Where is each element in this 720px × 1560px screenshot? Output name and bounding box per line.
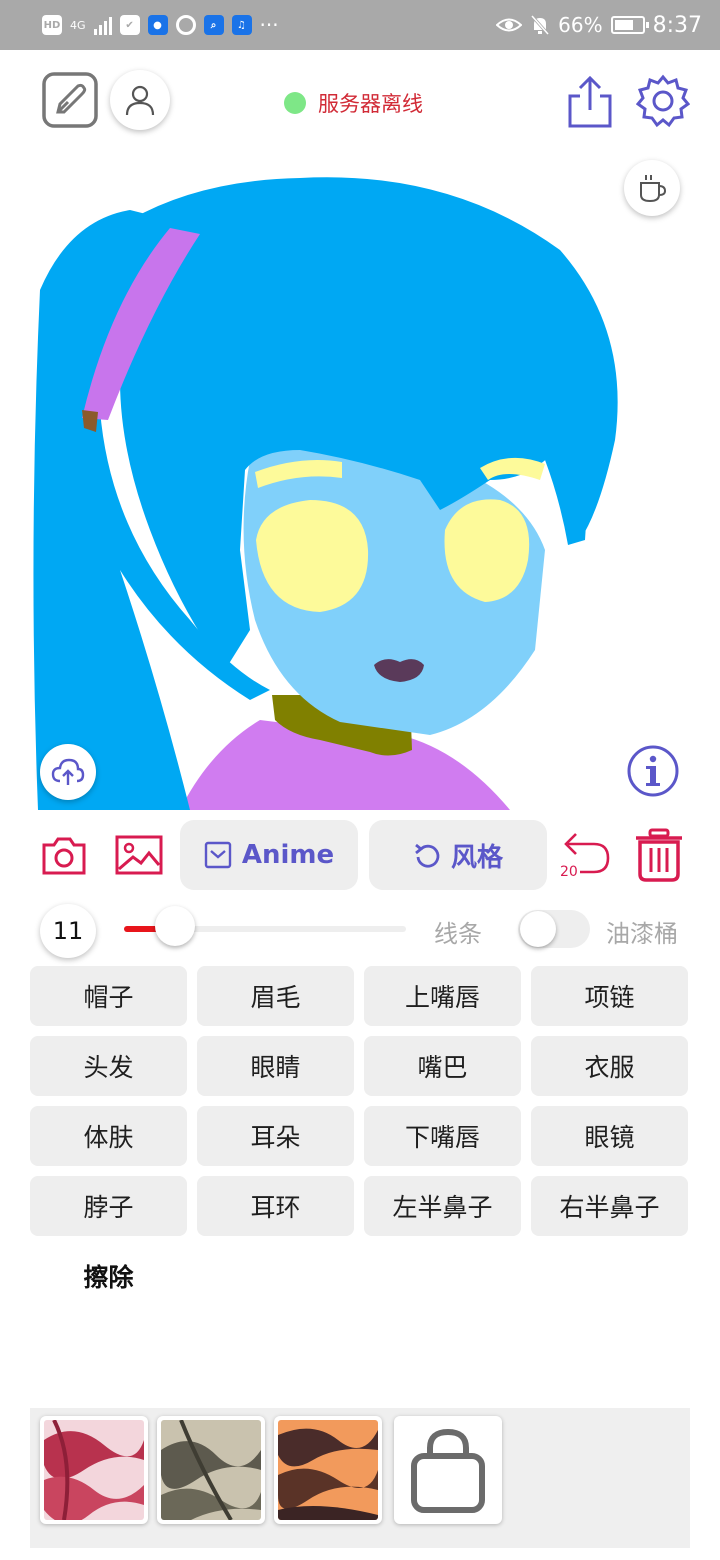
part-button[interactable]: 右半鼻子 [531, 1176, 688, 1236]
part-button[interactable]: 耳朵 [197, 1106, 354, 1166]
signal-icon [93, 15, 112, 35]
checkbox-mail-icon [204, 841, 232, 869]
bulb-icon: ● [147, 15, 168, 35]
part-button[interactable]: 衣服 [531, 1036, 688, 1096]
edit-button[interactable] [42, 72, 98, 128]
style-thumb-orange[interactable] [274, 1416, 382, 1524]
status-dot [284, 92, 306, 114]
style-thumb-gray[interactable] [157, 1416, 265, 1524]
shield-icon: ✔ [119, 15, 140, 35]
shopping-bag-icon [411, 1428, 485, 1513]
style-label: 风格 [450, 842, 503, 873]
brush-controls: 11 线条 油漆桶 [0, 900, 720, 960]
part-button[interactable]: 上嘴唇 [364, 966, 521, 1026]
anime-label: Anime [241, 840, 335, 870]
battery-percent: 66% [558, 13, 603, 37]
camera-icon [42, 837, 86, 875]
part-button[interactable]: 体肤 [30, 1106, 187, 1166]
eye-icon [496, 18, 523, 32]
server-status: 服务器离线 [284, 88, 423, 118]
gear-icon [636, 74, 690, 128]
coffee-cup-icon [640, 175, 667, 203]
share-button[interactable] [566, 74, 614, 130]
toggle-knob [520, 911, 556, 947]
orange-flame-art [278, 1420, 378, 1520]
bucket-label[interactable]: 油漆桶 [606, 914, 678, 949]
share-icon [568, 75, 612, 128]
upload-button[interactable] [40, 744, 96, 800]
status-bar: HD 4G ✔ ● ⌕ ♫ ··· 66% 8:37 [0, 0, 720, 50]
part-button[interactable]: 耳环 [197, 1176, 354, 1236]
info-icon [627, 745, 679, 797]
gray-stone-art [161, 1419, 261, 1522]
erase-button[interactable]: 擦除 [30, 1246, 187, 1306]
coffee-button[interactable] [624, 160, 680, 216]
cloud-upload-icon [51, 758, 85, 785]
part-button[interactable]: 头发 [30, 1036, 187, 1096]
brush-size-badge: 11 [40, 904, 96, 958]
hd-icon: HD [42, 15, 62, 35]
parts-grid: 帽子 眉毛 上嘴唇 项链 头发 眼睛 嘴巴 衣服 体肤 耳朵 下嘴唇 眼镜 脖子… [30, 966, 690, 1306]
search-app-icon: ⌕ [203, 15, 224, 35]
battery-icon [610, 16, 649, 34]
refresh-icon [415, 843, 440, 868]
line-mode-label[interactable]: 线条 [434, 914, 482, 949]
part-button[interactable]: 眼睛 [197, 1036, 354, 1096]
bucket-toggle[interactable] [518, 910, 590, 948]
user-icon [125, 85, 155, 116]
part-button[interactable]: 眉毛 [197, 966, 354, 1026]
part-button[interactable]: 脖子 [30, 1176, 187, 1236]
gallery-button[interactable] [114, 834, 164, 876]
music-icon: ♫ [231, 15, 252, 35]
part-button[interactable]: 项链 [531, 966, 688, 1026]
network-label: 4G [70, 18, 86, 32]
part-button[interactable]: 左半鼻子 [364, 1176, 521, 1236]
settings-button[interactable] [636, 74, 690, 128]
info-button[interactable] [626, 744, 680, 798]
status-left: HD 4G ✔ ● ⌕ ♫ ··· [42, 13, 279, 37]
action-row: Anime 风格 20 [0, 818, 720, 894]
part-button[interactable]: 下嘴唇 [364, 1106, 521, 1166]
anime-button[interactable]: Anime [180, 820, 358, 890]
server-status-text: 服务器离线 [318, 92, 423, 116]
clock: 8:37 [652, 12, 702, 38]
drawing-canvas[interactable] [0, 150, 720, 812]
pen-square-icon [42, 72, 98, 128]
style-button[interactable]: 风格 [369, 820, 547, 890]
top-toolbar: 服务器离线 [0, 50, 720, 150]
profile-button[interactable] [110, 70, 170, 130]
red-marble-art [44, 1419, 144, 1524]
delete-button[interactable] [634, 828, 684, 882]
part-button[interactable]: 眼镜 [531, 1106, 688, 1166]
circle-icon [175, 15, 196, 35]
more-icon: ··· [259, 13, 279, 37]
slider-thumb[interactable] [155, 906, 195, 946]
style-store-button[interactable] [394, 1416, 502, 1524]
camera-button[interactable] [42, 836, 86, 876]
style-strip [30, 1408, 690, 1548]
part-button[interactable]: 帽子 [30, 966, 187, 1026]
part-button[interactable]: 嘴巴 [364, 1036, 521, 1096]
image-icon [115, 835, 163, 875]
anime-sketch [33, 177, 618, 810]
mute-bell-icon [531, 15, 550, 35]
style-thumb-red[interactable] [40, 1416, 148, 1524]
status-right: 66% 8:37 [496, 13, 702, 38]
trash-icon [636, 828, 682, 882]
undo-count: 20 [560, 864, 578, 880]
